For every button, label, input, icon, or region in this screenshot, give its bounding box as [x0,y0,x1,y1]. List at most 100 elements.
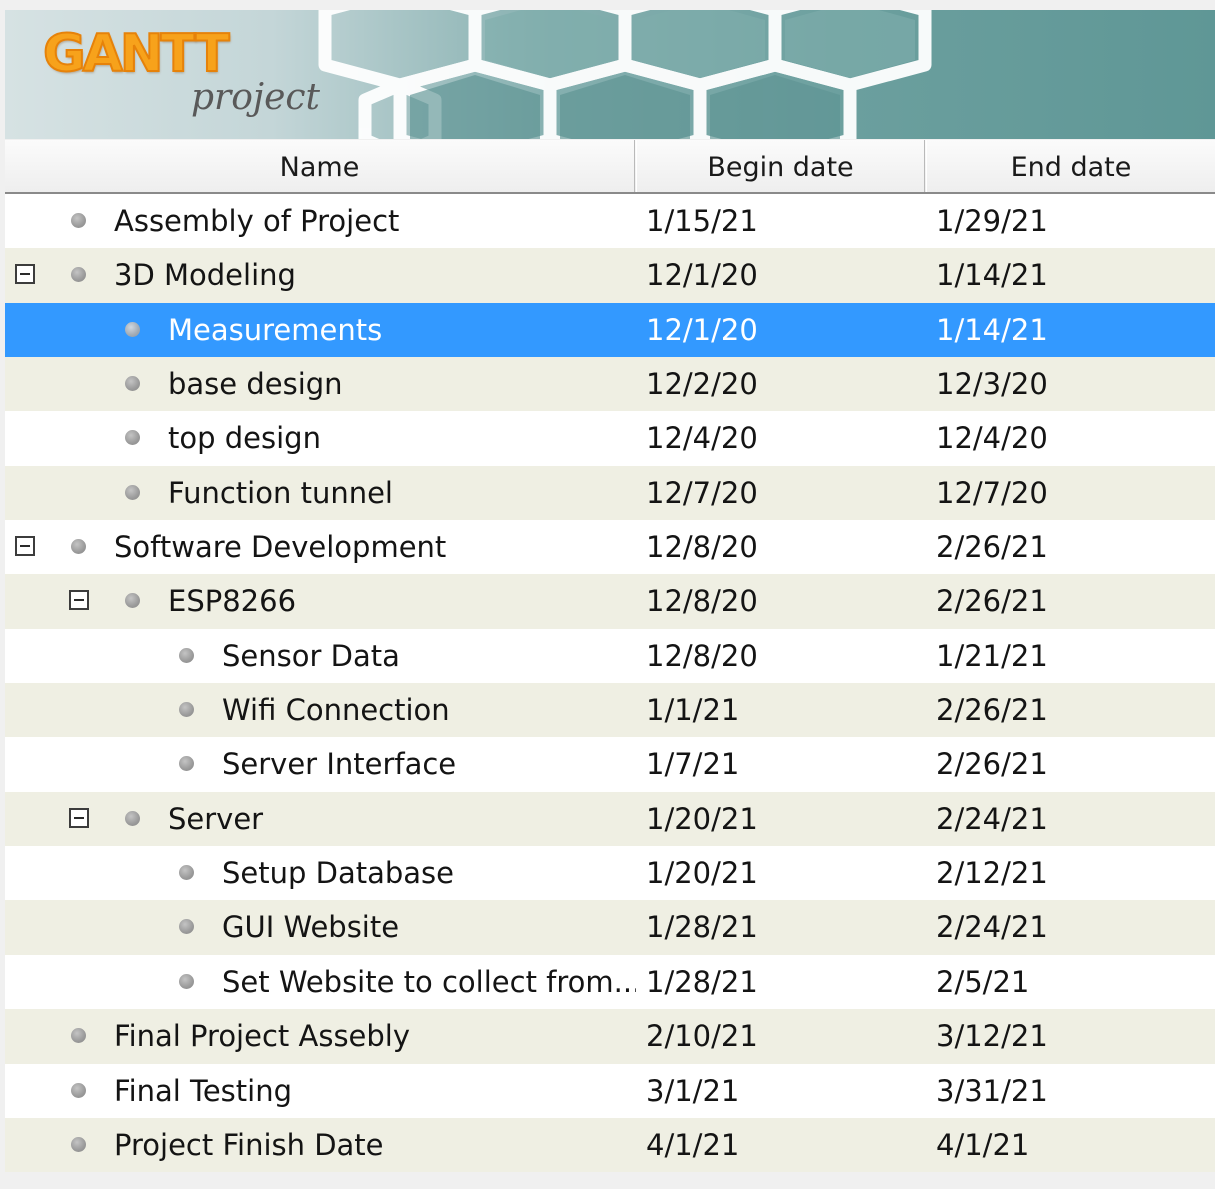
task-begin-date: 12/4/20 [646,421,758,456]
task-row[interactable]: Assembly of Project 1/15/21 1/29/21 [5,194,1215,249]
task-end-date: 2/26/21 [936,530,1048,565]
ganttproject-window: GANTT project Name Begin date End date A… [0,0,1215,1189]
collapse-toggle-icon[interactable] [15,264,35,285]
task-begin-date: 1/7/21 [646,747,740,782]
task-bullet-icon [179,865,194,881]
task-bullet-icon [71,1082,86,1098]
task-name: Server [168,801,264,836]
task-row[interactable]: top design 12/4/20 12/4/20 [5,411,1215,466]
task-begin-date: 1/28/21 [646,910,758,945]
task-end-date: 1/21/21 [936,638,1048,673]
task-bullet-icon [179,756,194,772]
task-row[interactable]: GUI Website 1/28/21 2/24/21 [5,900,1215,955]
task-row[interactable]: Project Finish Date 4/1/21 4/1/21 [5,1117,1215,1173]
task-bullet-icon [125,810,140,826]
ganttproject-logo: GANTT project [42,23,343,134]
task-bullet-icon [125,376,140,392]
task-begin-date: 1/15/21 [646,204,758,238]
column-header-begin-date[interactable]: Begin date [636,140,925,192]
task-bullet-icon [179,919,194,935]
task-begin-date: 12/8/20 [646,584,758,619]
task-end-date: 2/26/21 [936,584,1048,619]
task-bullet-icon [71,539,86,555]
task-rows: Assembly of Project 1/15/21 1/29/21 3D Mode… [5,194,1215,1173]
task-row[interactable]: base design 12/2/20 12/3/20 [5,357,1215,412]
task-name: base design [168,367,343,402]
task-end-date: 3/31/21 [936,1073,1048,1108]
task-name: Set Website to collect from... [222,964,636,999]
task-name: Software Development [114,530,447,565]
task-end-date: 2/26/21 [936,693,1048,728]
task-end-date: 4/1/21 [936,1127,1030,1162]
task-row[interactable]: 3D Modeling 12/1/20 1/14/21 [5,248,1215,303]
task-begin-date: 1/28/21 [646,964,758,999]
task-end-date: 12/7/20 [936,475,1048,510]
task-end-date: 2/12/21 [936,856,1048,891]
task-name: 3D Modeling [114,258,296,293]
task-end-date: 2/5/21 [936,964,1030,999]
task-begin-date: 1/20/21 [646,801,758,836]
task-row[interactable]: Final Testing 3/1/21 3/31/21 [5,1063,1215,1118]
task-row[interactable]: Server Interface 1/7/21 2/26/21 [5,737,1215,792]
task-bullet-icon [125,484,140,500]
app-banner: GANTT project [5,10,1215,139]
task-name: Sensor Data [222,638,400,673]
task-row[interactable]: Measurements 12/1/20 1/14/21 [5,302,1215,358]
task-name: Assembly of Project [114,204,400,238]
task-bullet-icon [179,973,194,989]
task-bullet-icon [125,593,140,609]
task-end-date: 3/12/21 [936,1019,1048,1054]
task-bullet-icon [71,1028,86,1044]
task-end-date: 2/24/21 [936,910,1048,945]
task-end-date: 2/24/21 [936,801,1048,836]
task-tree-table: Name Begin date End date Assembly of Pro… [5,140,1215,1173]
task-row[interactable]: Sensor Data 12/8/20 1/21/21 [5,628,1215,684]
task-bullet-icon [71,267,86,283]
task-end-date: 12/4/20 [936,421,1048,456]
task-end-date: 1/29/21 [936,204,1048,238]
task-row[interactable]: Wifi Connection 1/1/21 2/26/21 [5,683,1215,738]
logo-gantt-text: GANTT [42,23,231,85]
task-name: GUI Website [222,910,400,945]
task-bullet-icon [179,702,194,718]
task-row[interactable]: Final Project Assebly 2/10/21 3/12/21 [5,1009,1215,1064]
task-begin-date: 4/1/21 [646,1127,740,1162]
task-begin-date: 12/8/20 [646,530,758,565]
logo-project-text: project [191,77,321,118]
task-bullet-icon [71,1136,86,1152]
task-name: Measurements [168,312,383,347]
task-row[interactable]: Software Development 12/8/20 2/26/21 [5,520,1215,575]
task-name: Final Testing [114,1073,293,1108]
collapse-toggle-icon[interactable] [69,590,89,611]
task-name: Final Project Assebly [114,1019,411,1054]
task-end-date: 2/26/21 [936,747,1048,782]
column-header-end-date[interactable]: End date [926,140,1215,192]
task-begin-date: 12/7/20 [646,475,758,510]
task-begin-date: 12/1/20 [646,312,758,347]
task-row[interactable]: Server 1/20/21 2/24/21 [5,791,1215,847]
task-begin-date: 1/20/21 [646,856,758,891]
task-name: Function tunnel [168,475,393,510]
task-end-date: 1/14/21 [936,258,1048,293]
task-row[interactable]: Function tunnel 12/7/20 12/7/20 [5,465,1215,521]
task-bullet-icon [179,647,194,663]
task-begin-date: 3/1/21 [646,1073,740,1108]
table-header: Name Begin date End date [5,140,1215,194]
task-name: top design [168,421,321,456]
task-name: Server Interface [222,747,457,782]
task-begin-date: 1/1/21 [646,693,740,728]
task-end-date: 12/3/20 [936,367,1048,402]
collapse-toggle-icon[interactable] [69,807,89,828]
task-row[interactable]: ESP8266 12/8/20 2/26/21 [5,574,1215,629]
task-row[interactable]: Setup Database 1/20/21 2/12/21 [5,846,1215,901]
task-name: Project Finish Date [114,1127,384,1162]
task-name: Setup Database [222,856,454,891]
task-bullet-icon [71,213,86,228]
column-header-name[interactable]: Name [5,140,635,192]
task-name: ESP8266 [168,584,297,619]
collapse-toggle-icon[interactable] [15,536,35,557]
task-begin-date: 2/10/21 [646,1019,758,1054]
task-name: Wifi Connection [222,693,450,728]
task-end-date: 1/14/21 [936,312,1048,347]
task-row[interactable]: Set Website to collect from... 1/28/21 2/5… [5,954,1215,1010]
